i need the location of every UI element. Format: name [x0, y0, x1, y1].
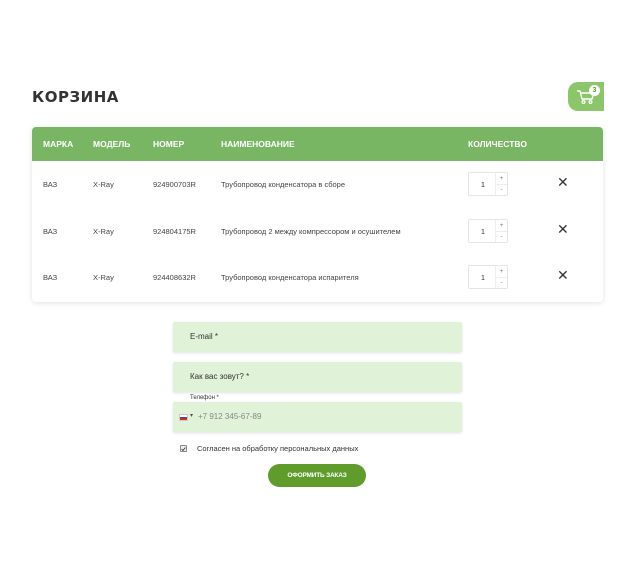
cell-number: 924900703R	[153, 180, 196, 189]
cell-name: Трубопровод конденсатора испарителя	[221, 273, 359, 282]
russia-flag-icon[interactable]	[179, 414, 188, 421]
phone-label: Телефон *	[190, 395, 219, 401]
table-row: ВАЗ X-Ray 924408632R Трубопровод конденс…	[32, 254, 603, 300]
cell-name: Трубопровод конденсатора в сборе	[221, 180, 346, 189]
cart-count-badge: 3	[589, 85, 600, 96]
cell-brand: ВАЗ	[43, 227, 58, 236]
name-placeholder: Как вас зовут? *	[190, 372, 250, 381]
remove-item-button[interactable]: ✕	[557, 269, 569, 283]
phone-field[interactable]: ▾ +7 912 345-67-89	[173, 402, 462, 432]
column-header-quantity: КОЛИЧЕСТВО	[468, 139, 527, 149]
decrement-button[interactable]: -	[495, 184, 507, 195]
column-header-brand: МАРКА	[43, 139, 74, 149]
name-field[interactable]: Как вас зовут? *	[173, 362, 462, 392]
table-row: ВАЗ X-Ray 924804175R Трубопровод 2 между…	[32, 208, 603, 254]
email-placeholder: E-mail *	[190, 332, 219, 341]
increment-button[interactable]: +	[495, 173, 507, 184]
checkmark-icon	[181, 446, 186, 451]
decrement-button[interactable]: -	[495, 277, 507, 288]
table-row: ВАЗ X-Ray 924900703R Трубопровод конденс…	[32, 161, 603, 207]
table-header: МАРКА МОДЕЛЬ НОМЕР НАИМЕНОВАНИЕ КОЛИЧЕСТ…	[32, 127, 603, 161]
quantity-input[interactable]: 1	[469, 273, 497, 282]
quantity-stepper[interactable]: 1 + -	[468, 219, 508, 243]
cart-button[interactable]: 3	[568, 82, 604, 111]
email-field[interactable]: E-mail *	[173, 322, 462, 352]
column-header-model: МОДЕЛЬ	[93, 139, 131, 149]
consent-row: Согласен на обработку персональных данны…	[180, 444, 358, 453]
cell-name: Трубопровод 2 между компрессором и осуши…	[221, 227, 401, 236]
column-header-name: НАИМЕНОВАНИЕ	[221, 139, 295, 149]
phone-placeholder: +7 912 345-67-89	[198, 412, 262, 421]
cell-brand: ВАЗ	[43, 273, 58, 282]
cell-model: X-Ray	[93, 180, 114, 189]
quantity-input[interactable]: 1	[469, 227, 497, 236]
cell-brand: ВАЗ	[43, 180, 58, 189]
remove-item-button[interactable]: ✕	[557, 223, 569, 237]
increment-button[interactable]: +	[495, 266, 507, 277]
quantity-stepper[interactable]: 1 + -	[468, 265, 508, 289]
chevron-down-icon[interactable]: ▾	[190, 412, 193, 419]
quantity-stepper[interactable]: 1 + -	[468, 172, 508, 196]
consent-checkbox[interactable]	[180, 445, 187, 452]
cart-table: МАРКА МОДЕЛЬ НОМЕР НАИМЕНОВАНИЕ КОЛИЧЕСТ…	[32, 127, 603, 302]
increment-button[interactable]: +	[495, 220, 507, 231]
cell-model: X-Ray	[93, 227, 114, 236]
quantity-input[interactable]: 1	[469, 180, 497, 189]
cell-model: X-Ray	[93, 273, 114, 282]
cell-number: 924804175R	[153, 227, 196, 236]
submit-order-button[interactable]: ОФОРМИТЬ ЗАКАЗ	[268, 464, 366, 487]
remove-item-button[interactable]: ✕	[557, 176, 569, 190]
page-title: КОРЗИНА	[32, 88, 119, 106]
cell-number: 924408632R	[153, 273, 196, 282]
column-header-number: НОМЕР	[153, 139, 185, 149]
decrement-button[interactable]: -	[495, 231, 507, 242]
consent-label: Согласен на обработку персональных данны…	[197, 444, 359, 453]
